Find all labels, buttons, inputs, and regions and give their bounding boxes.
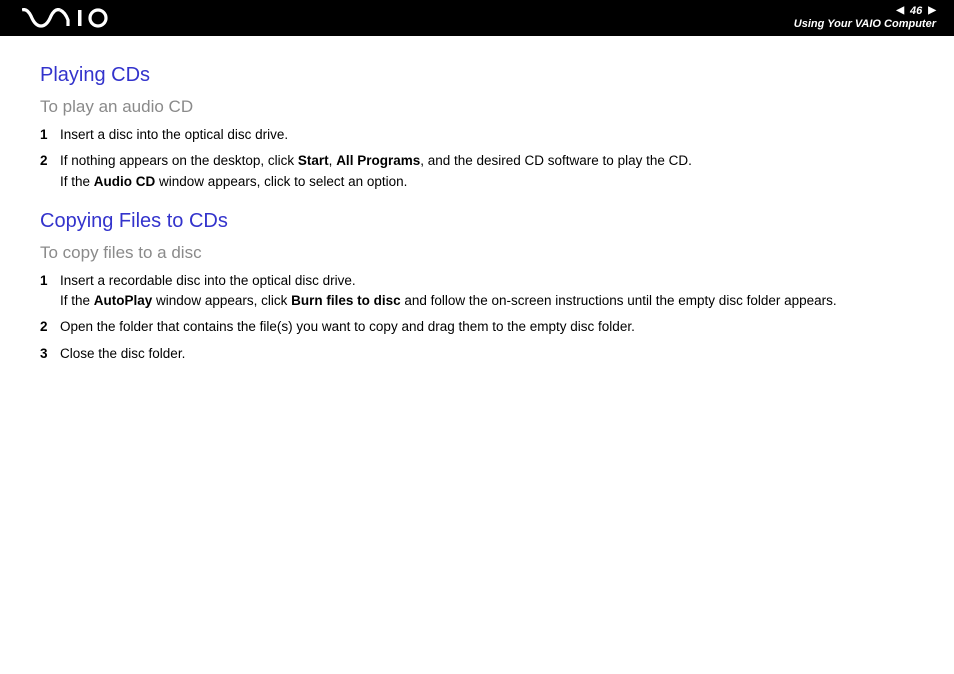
prev-page-icon[interactable]: ◀ <box>896 5 904 17</box>
step-text: Open the folder that contains the file(s… <box>60 317 934 337</box>
page-number: 46 <box>910 5 922 18</box>
step-text: If nothing appears on the desktop, click… <box>60 151 934 192</box>
section-label: Using Your VAIO Computer <box>794 18 936 31</box>
heading-copying-files: Copying Files to CDs <box>40 210 934 233</box>
step-item: 2Open the folder that contains the file(… <box>40 317 934 337</box>
step-number: 2 <box>40 151 60 171</box>
header-bar: ◀ 46 ▶ Using Your VAIO Computer <box>0 0 954 36</box>
heading-playing-cds: Playing CDs <box>40 64 934 87</box>
step-text: Insert a disc into the optical disc driv… <box>60 125 934 145</box>
step-number: 3 <box>40 344 60 364</box>
content-area: Playing CDs To play an audio CD 1Insert … <box>0 36 954 364</box>
next-page-icon[interactable]: ▶ <box>928 5 936 17</box>
step-item: 1Insert a disc into the optical disc dri… <box>40 125 934 145</box>
vaio-logo <box>22 0 114 36</box>
step-number: 2 <box>40 317 60 337</box>
steps-copying-files: 1Insert a recordable disc into the optic… <box>40 271 934 364</box>
subheading-play-audio-cd: To play an audio CD <box>40 97 934 117</box>
page-nav: ◀ 46 ▶ <box>896 5 936 18</box>
subheading-copy-files: To copy files to a disc <box>40 243 934 263</box>
step-number: 1 <box>40 271 60 291</box>
step-item: 3Close the disc folder. <box>40 344 934 364</box>
header-right: ◀ 46 ▶ Using Your VAIO Computer <box>794 5 936 31</box>
step-item: 1Insert a recordable disc into the optic… <box>40 271 934 312</box>
step-text: Close the disc folder. <box>60 344 934 364</box>
step-number: 1 <box>40 125 60 145</box>
step-item: 2If nothing appears on the desktop, clic… <box>40 151 934 192</box>
steps-playing-cds: 1Insert a disc into the optical disc dri… <box>40 125 934 192</box>
step-text: Insert a recordable disc into the optica… <box>60 271 934 312</box>
